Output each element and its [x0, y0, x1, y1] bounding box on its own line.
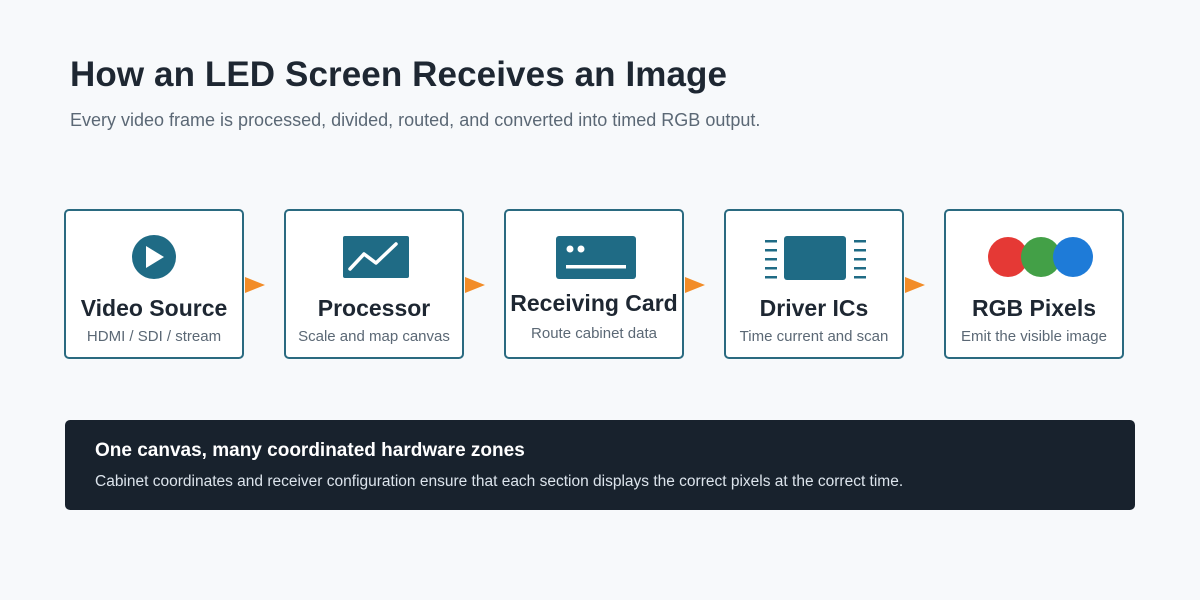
- stage-card-processor: Processor Scale and map canvas: [284, 209, 464, 359]
- flow-arrow-icon: [905, 277, 925, 293]
- banner-text: Cabinet coordinates and receiver configu…: [95, 473, 904, 490]
- stage-subtitle: Route cabinet data: [531, 325, 657, 342]
- stage-title: Driver ICs: [759, 295, 869, 321]
- summary-banner: One canvas, many coordinated hardware zo…: [65, 420, 1135, 510]
- stage-title: Video Source: [80, 295, 228, 321]
- stage-title: Receiving Card: [510, 290, 678, 316]
- stage-title: Processor: [317, 295, 431, 321]
- pipeline-flow: Video Source HDMI / SDI / stream Process…: [0, 0, 1200, 600]
- stage-title: RGB Pixels: [972, 295, 1096, 321]
- chip-icon: [765, 236, 866, 280]
- flow-arrow-icon: [245, 277, 265, 293]
- stage-card-rgb-pixels: RGB Pixels Emit the visible image: [944, 209, 1124, 359]
- play-icon: [132, 235, 176, 279]
- receiving-card-icon: [556, 236, 636, 279]
- stage-subtitle: Scale and map canvas: [298, 328, 450, 345]
- line-chart-icon: [343, 236, 409, 278]
- stage-subtitle: Time current and scan: [739, 328, 889, 345]
- flow-arrow-icon: [685, 277, 705, 293]
- blue-pixel-icon: [1053, 237, 1093, 277]
- banner-title: One canvas, many coordinated hardware zo…: [95, 440, 525, 461]
- stage-card-receiving-card: Receiving Card Route cabinet data: [504, 209, 684, 359]
- flow-arrow-icon: [465, 277, 485, 293]
- stage-subtitle: HDMI / SDI / stream: [86, 328, 222, 345]
- stage-card-driver-ics: Driver ICs Time current and scan: [724, 209, 904, 359]
- stage-subtitle: Emit the visible image: [961, 328, 1107, 345]
- stage-card-video-source: Video Source HDMI / SDI / stream: [64, 209, 244, 359]
- diagram-page: How an LED Screen Receives an Image Ever…: [0, 0, 1200, 600]
- rgb-circles-icon: [988, 237, 1093, 277]
